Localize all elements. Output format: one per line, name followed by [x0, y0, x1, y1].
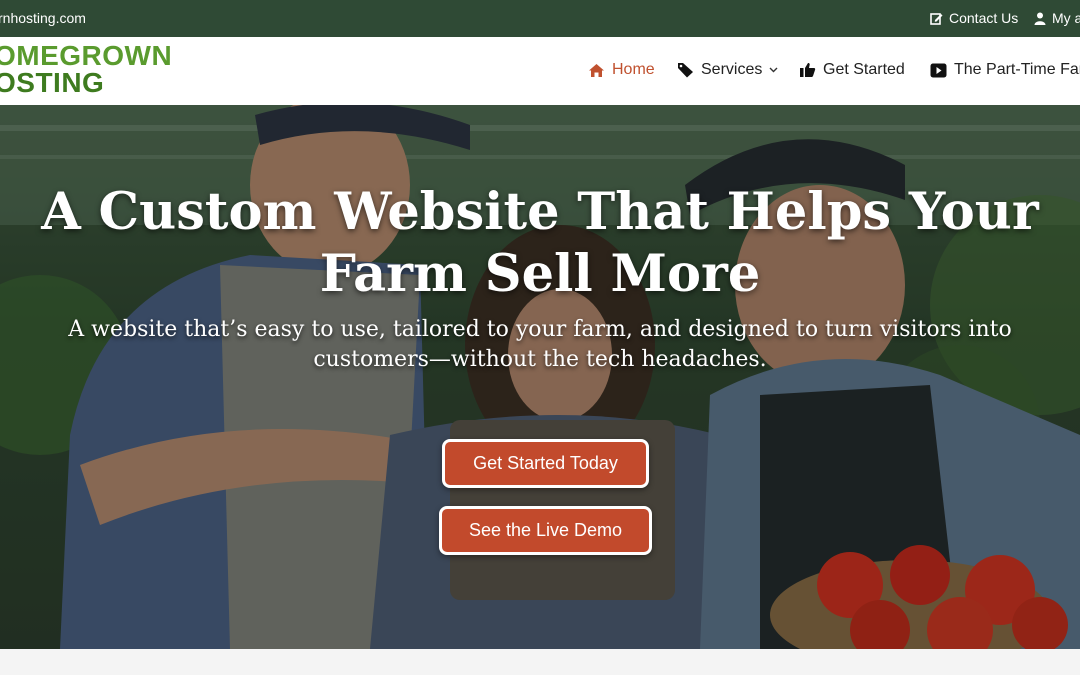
hero-subtitle-line1: A website that’s easy to use, tailored t… [68, 317, 1012, 342]
hero-subtitle-line2: customers—without the tech headaches. [313, 347, 767, 372]
chevron-down-icon [769, 67, 778, 73]
nav-item-part-time-farmer[interactable]: The Part-Time Far [930, 61, 1080, 79]
nav-item-services[interactable]: Services [677, 61, 778, 79]
user-icon [1034, 12, 1046, 25]
contact-us-label: Contact Us [949, 10, 1019, 26]
tag-icon [677, 62, 694, 78]
home-icon [588, 63, 605, 78]
content-divider [0, 649, 1080, 675]
nav-label-get-started: Get Started [823, 61, 905, 78]
thumbs-up-icon [799, 62, 816, 78]
hero-title-line2: Farm Sell More [319, 244, 761, 304]
play-icon [930, 63, 947, 78]
edit-icon [930, 12, 943, 25]
my-account-link[interactable]: My a [1034, 10, 1080, 26]
contact-us-link[interactable]: Contact Us [930, 10, 1018, 26]
nav-label-services: Services [701, 61, 763, 78]
nav-label-part-time-farmer: The Part-Time Far [954, 61, 1080, 78]
get-started-today-button[interactable]: Get Started Today [442, 439, 649, 488]
nav-item-home[interactable]: Home [588, 61, 655, 79]
hero-subtitle: A website that’s easy to use, tailored t… [20, 315, 1060, 375]
hero-section: A Custom Website That Helps Your Farm Se… [0, 105, 1080, 649]
hero-title-line1: A Custom Website That Helps Your [41, 182, 1039, 242]
top-bar: rnhosting.com Contact Us My a [0, 0, 1080, 37]
see-live-demo-button[interactable]: See the Live Demo [439, 506, 652, 555]
nav-item-get-started[interactable]: Get Started [799, 61, 905, 79]
my-account-label: My a [1052, 10, 1080, 26]
site-header: OMEGROWN OSTING Home Services Get Starte… [0, 37, 1080, 105]
main-nav: Home Services Get Started The Part-Time … [0, 61, 1080, 81]
nav-label-home: Home [612, 61, 655, 78]
hero-title: A Custom Website That Helps Your Farm Se… [0, 181, 1080, 305]
site-domain[interactable]: rnhosting.com [0, 10, 86, 26]
